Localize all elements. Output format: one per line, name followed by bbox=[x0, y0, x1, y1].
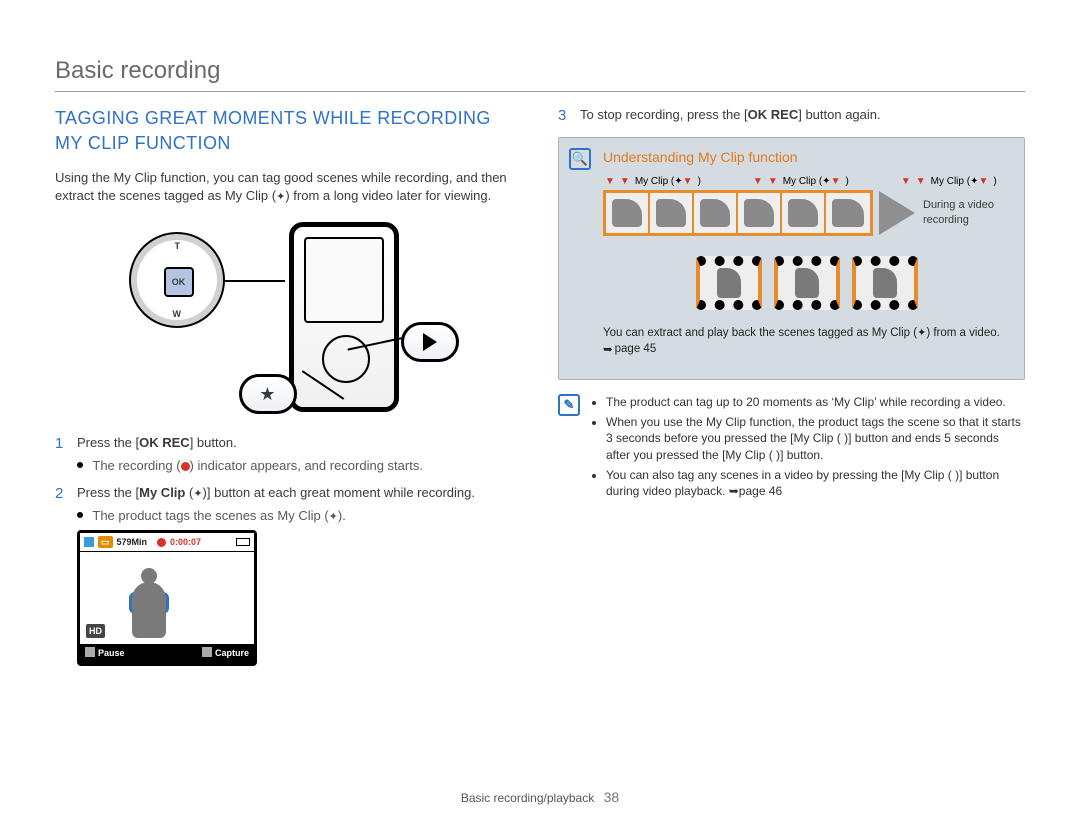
info-block: ✎ The product can tag up to 20 moments a… bbox=[558, 394, 1025, 503]
record-indicator-icon bbox=[157, 538, 166, 547]
camera-dpad bbox=[322, 335, 370, 383]
timeline-strip: During a video recording bbox=[603, 190, 1010, 236]
section-heading: TAGGING GREAT MOMENTS WHILE RECORDING MY… bbox=[55, 106, 522, 155]
intro-text: Using the My Clip function, you can tag … bbox=[55, 169, 522, 204]
dpad-t-label: T bbox=[175, 240, 181, 252]
storage-badge: ▭ bbox=[98, 536, 113, 548]
step-number: 3 bbox=[558, 106, 570, 126]
my-clip-button-callout bbox=[239, 374, 297, 414]
recording-preview: ▭ 579Min 0:00:07 HD Pause bbox=[77, 530, 257, 665]
dpad-w-label: W bbox=[173, 308, 182, 320]
step-2: 2 Press the [My Clip (✦)] button at each… bbox=[55, 484, 522, 665]
step-1: 1 Press the [OK REC] button. The recordi… bbox=[55, 434, 522, 474]
dpad-illustration: OK T W bbox=[129, 232, 225, 328]
play-button-callout bbox=[401, 322, 459, 362]
capture-icon bbox=[202, 647, 212, 657]
camera-body bbox=[289, 222, 399, 412]
step-number: 2 bbox=[55, 484, 67, 665]
page-footer: Basic recording/playback 38 bbox=[0, 788, 1080, 807]
camera-diagram: OK T W bbox=[119, 216, 459, 416]
info-bullets: The product can tag up to 20 moments as … bbox=[590, 394, 1025, 503]
understanding-panel: 🔍 Understanding My Clip function My Clip… bbox=[558, 137, 1025, 380]
page-number: 38 bbox=[604, 789, 620, 805]
my-clip-icon: ✦ bbox=[917, 328, 926, 339]
extracted-clips bbox=[603, 256, 1010, 310]
my-clip-icon: ✦ bbox=[193, 489, 202, 500]
strip-caption: During a video recording bbox=[923, 198, 1010, 228]
step-sub: The product tags the scenes as My Clip (… bbox=[77, 507, 522, 525]
my-clip-icon: ✦ bbox=[329, 512, 338, 523]
leader-line bbox=[225, 280, 285, 282]
info-item: The product can tag up to 20 moments as … bbox=[606, 394, 1025, 410]
step-text: To stop recording, press the [OK REC] bu… bbox=[580, 107, 881, 122]
camera-screen bbox=[304, 237, 384, 323]
my-clip-icon: ✦ bbox=[276, 192, 285, 203]
clip-thumbnail bbox=[696, 256, 762, 310]
step-3: 3 To stop recording, press the [OK REC] … bbox=[558, 106, 1025, 126]
hd-badge: HD bbox=[86, 624, 105, 638]
panel-title: Understanding My Clip function bbox=[603, 148, 1010, 167]
info-item: You can also tag any scenes in a video b… bbox=[606, 467, 1025, 499]
pause-icon bbox=[85, 647, 95, 657]
note-icon: ✎ bbox=[558, 394, 580, 416]
page-title: Basic recording bbox=[55, 55, 1025, 92]
battery-icon bbox=[236, 538, 250, 546]
step-text: Press the [My Clip (✦)] button at each g… bbox=[77, 485, 475, 500]
panel-note: You can extract and play back the scenes… bbox=[603, 326, 1010, 357]
clip-thumbnail bbox=[774, 256, 840, 310]
step-number: 1 bbox=[55, 434, 67, 474]
footer-section: Basic recording/playback bbox=[461, 791, 594, 805]
sd-icon bbox=[84, 537, 94, 547]
left-column: TAGGING GREAT MOMENTS WHILE RECORDING MY… bbox=[55, 106, 522, 675]
info-item: When you use the My Clip function, the p… bbox=[606, 414, 1025, 463]
step-text: Press the [OK REC] button. bbox=[77, 435, 237, 450]
skateboarder-silhouette bbox=[132, 582, 166, 638]
pause-label: Pause bbox=[98, 648, 125, 658]
clip-pin-labels: My Clip (✦) My Clip (✦) My Clip (✦) bbox=[605, 175, 1010, 189]
ok-button: OK bbox=[164, 267, 194, 297]
record-indicator-icon bbox=[181, 462, 190, 471]
step-sub: The recording () indicator appears, and … bbox=[77, 457, 522, 475]
arrow-right-icon bbox=[879, 191, 915, 235]
minutes-remaining: 579Min bbox=[117, 536, 148, 548]
clip-thumbnail bbox=[852, 256, 918, 310]
elapsed-time: 0:00:07 bbox=[170, 536, 201, 548]
right-column: 3 To stop recording, press the [OK REC] … bbox=[558, 106, 1025, 675]
magnifier-icon: 🔍 bbox=[569, 148, 591, 170]
capture-label: Capture bbox=[215, 648, 249, 658]
